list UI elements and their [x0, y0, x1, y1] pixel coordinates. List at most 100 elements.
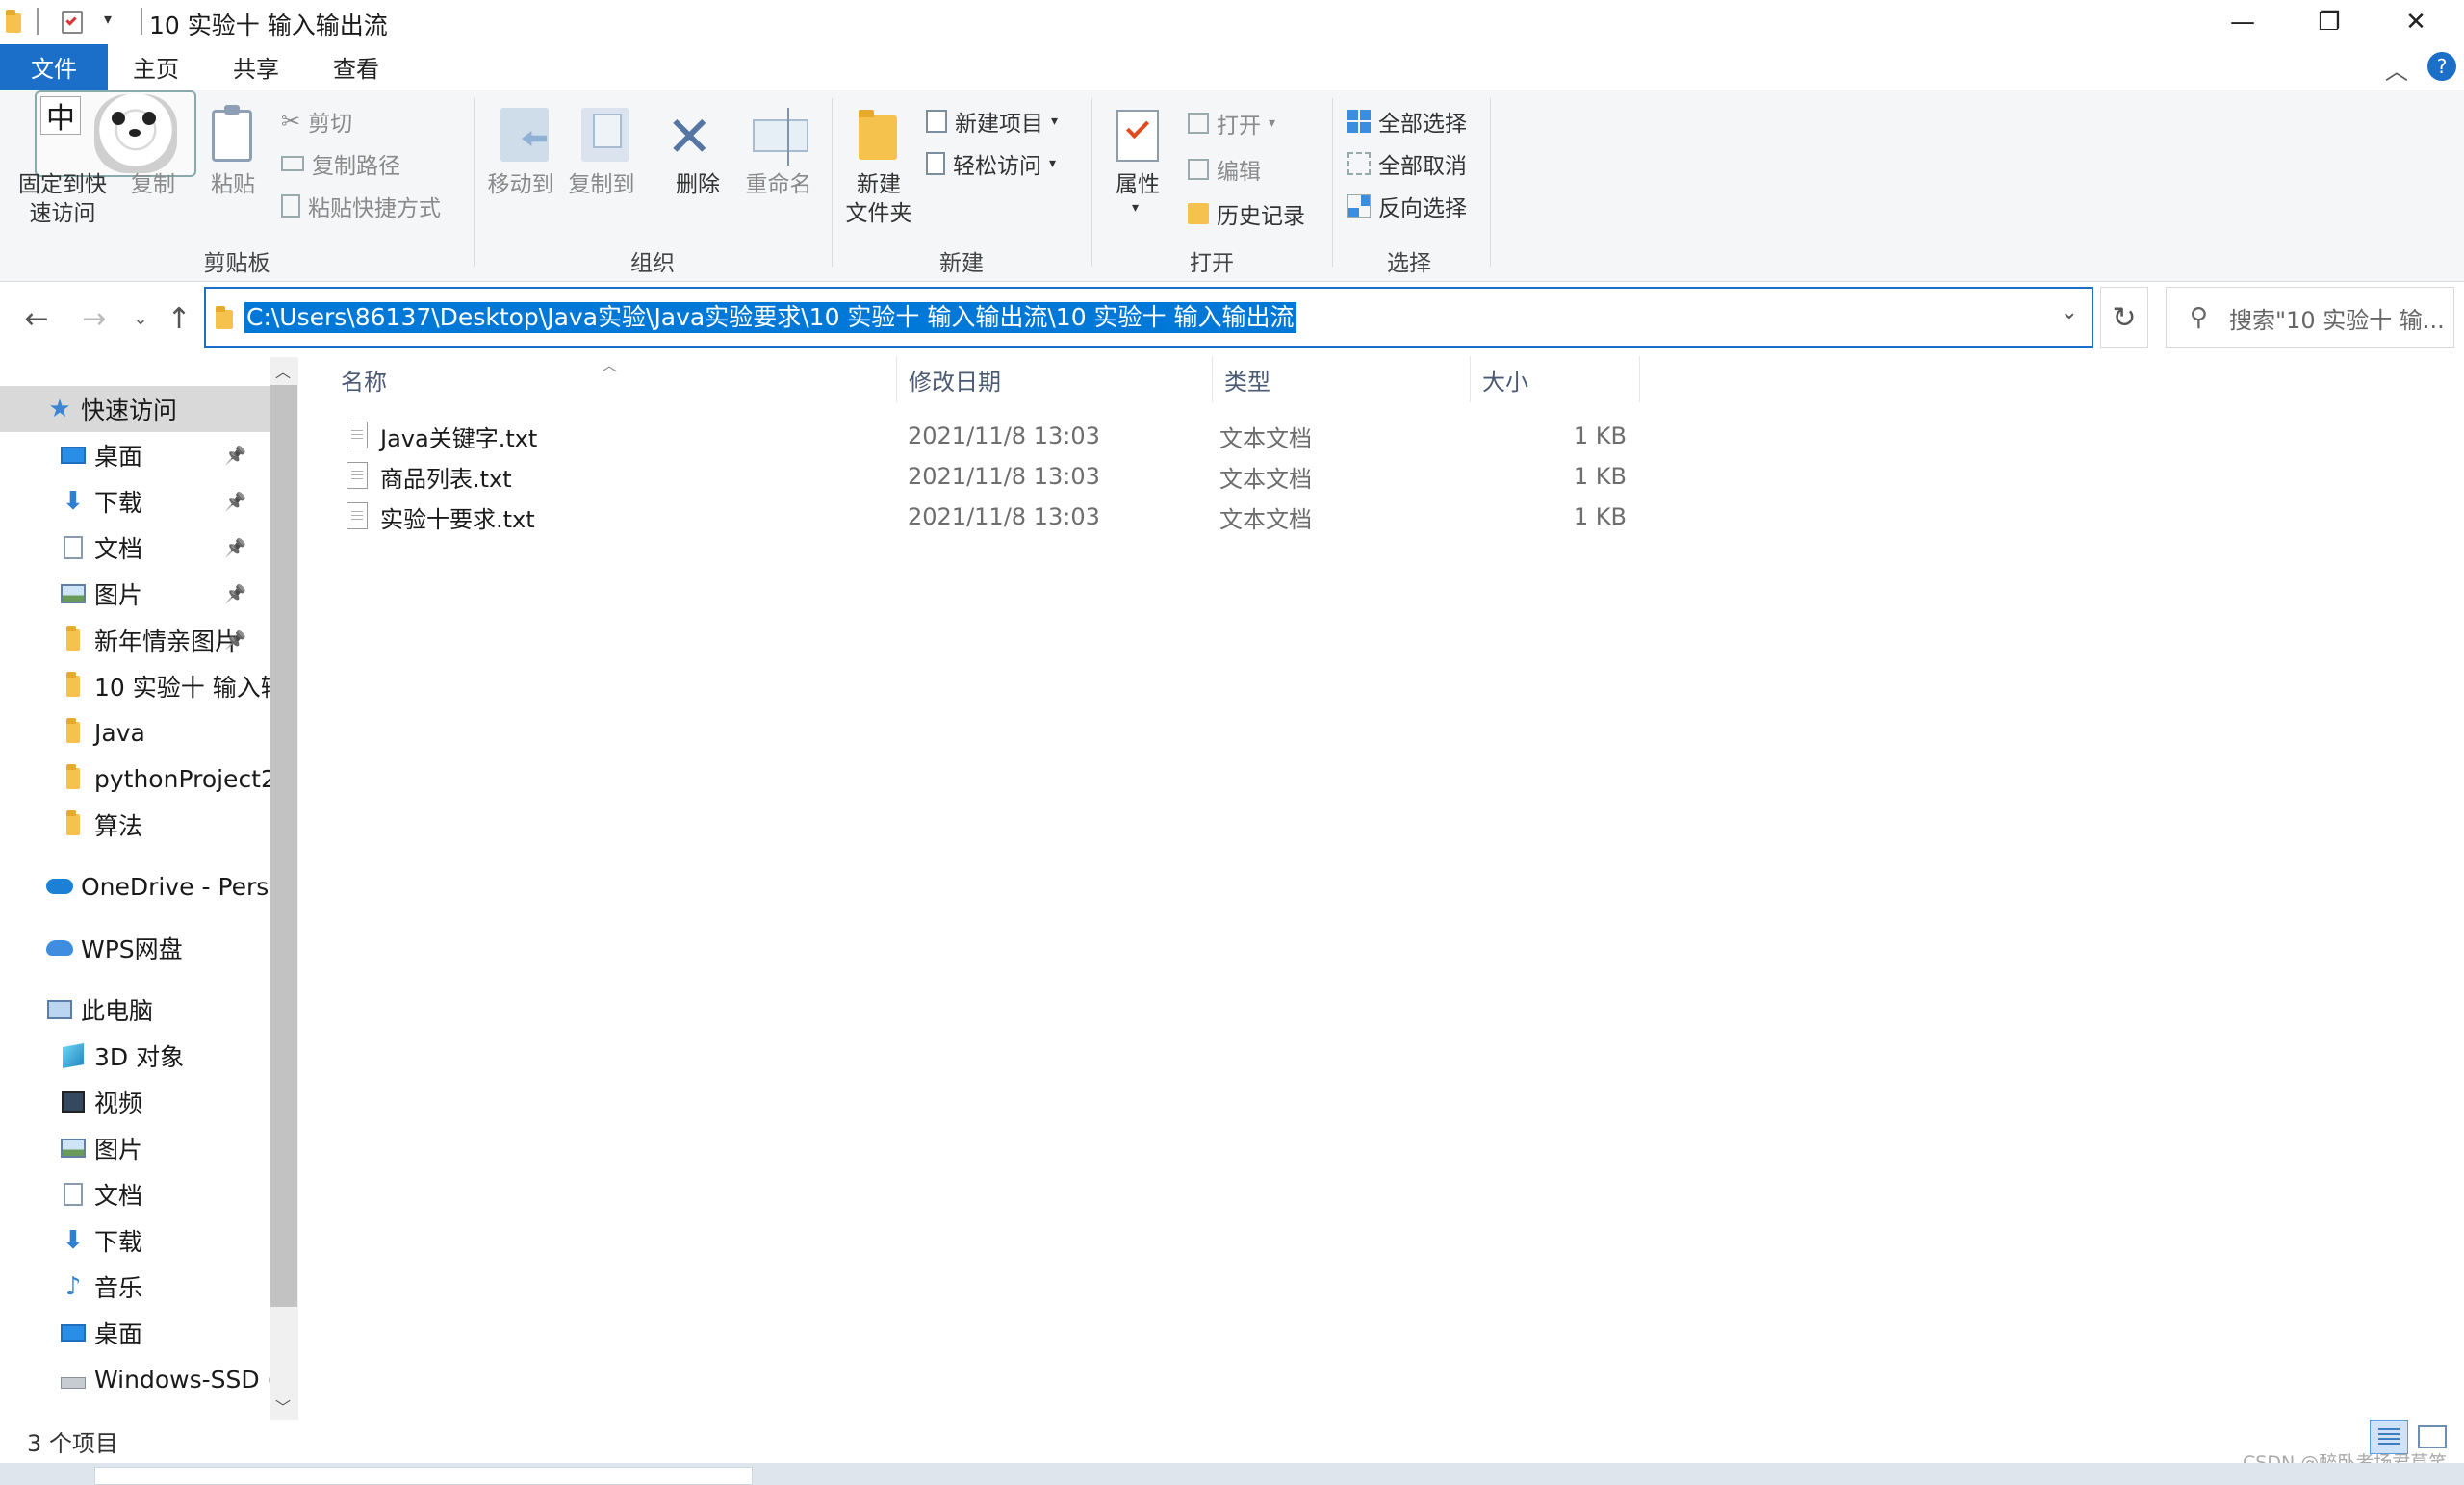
properties-icon: [1116, 110, 1159, 162]
sidebar-item-label: 快速访问: [81, 397, 178, 424]
column-header-modified[interactable]: 修改日期: [897, 356, 1213, 402]
sidebar-item[interactable]: 图片: [0, 1125, 270, 1171]
sidebar-item[interactable]: 图片 📌: [0, 571, 270, 617]
collapse-ribbon-icon[interactable]: ︿: [2385, 52, 2408, 86]
sidebar-item[interactable]: 算法: [0, 802, 270, 848]
delete-button[interactable]: 删除: [658, 169, 737, 200]
sidebar-item-label: 桌面: [94, 1320, 143, 1348]
copy-to-button[interactable]: 复制到: [562, 169, 641, 200]
address-path[interactable]: C:\Users\86137\Desktop\Java实验\Java实验要求\1…: [244, 302, 1296, 333]
recent-locations-chevron-icon[interactable]: ⌄: [121, 299, 160, 338]
easy-access-icon: [926, 152, 945, 175]
easy-access-button[interactable]: 轻松访问 ▾: [926, 144, 1056, 183]
paste-button[interactable]: 粘贴: [200, 169, 266, 200]
properties-button[interactable]: 属性: [1101, 169, 1174, 200]
dropdown-arrow-icon: ▾: [1051, 114, 1059, 129]
file-row[interactable]: 商品列表.txt 2021/11/8 13:03 文本文档 1 KB: [337, 456, 1636, 497]
sidebar-item-label: 图片: [94, 581, 143, 609]
restore-button[interactable]: ❐: [2286, 0, 2373, 44]
sidebar-item[interactable]: 新年情亲图片 📌: [0, 617, 270, 663]
copy-button[interactable]: 复制: [119, 169, 187, 200]
sidebar-item[interactable]: ⬇ 下载 📌: [0, 478, 270, 525]
sidebar-item-label: 音乐: [94, 1274, 143, 1302]
cut-button[interactable]: ✂ 剪切: [281, 102, 352, 141]
pin-to-quick-access-button[interactable]: 中: [35, 90, 196, 177]
tab-share[interactable]: 共享: [214, 44, 298, 90]
move-to-button[interactable]: 移动到: [481, 169, 560, 200]
new-folder-label-line2[interactable]: 文件夹: [837, 198, 920, 229]
desktop-icon-shape: [61, 1324, 86, 1342]
search-input[interactable]: ⚲ 搜索"10 实验十 输...: [2166, 287, 2454, 348]
select-all-button[interactable]: 全部选择: [1348, 102, 1467, 141]
copy-path-icon: [281, 156, 304, 171]
open-button[interactable]: 打开 ▾: [1188, 104, 1275, 142]
sidebar-item[interactable]: 视频: [0, 1079, 270, 1125]
back-arrow-icon[interactable]: ←: [17, 299, 56, 338]
sidebar-scroll-thumb[interactable]: [270, 385, 297, 1307]
sidebar-item[interactable]: pythonProject2: [0, 755, 270, 802]
invert-selection-button[interactable]: 反向选择: [1348, 187, 1467, 225]
sidebar-item[interactable]: 3D 对象: [0, 1033, 270, 1079]
history-button[interactable]: 历史记录: [1188, 194, 1305, 233]
sidebar-item[interactable]: ★ 快速访问: [0, 386, 270, 432]
column-header-name[interactable]: 名称: [329, 356, 897, 402]
address-bar[interactable]: C:\Users\86137\Desktop\Java实验\Java实验要求\1…: [204, 287, 2093, 348]
pin-icon: 📌: [224, 583, 246, 604]
quick-access-dropdown-icon[interactable]: ▾: [104, 10, 112, 28]
sidebar-item-label: Java: [94, 718, 145, 747]
file-size: 1 KB: [1573, 422, 1627, 449]
sidebar-item[interactable]: ⬇ 下载: [0, 1217, 270, 1264]
minimize-button[interactable]: —: [2199, 0, 2286, 44]
sidebar-item[interactable]: 10 实验十 输入输: [0, 663, 270, 709]
copy-path-button[interactable]: 复制路径: [281, 144, 400, 183]
navigation-pane[interactable]: ★ 快速访问 桌面 📌 ⬇ 下载 📌 文档 📌 图片 📌 新年情亲图片 📌 10 实验十 输入输 Java p…: [0, 357, 270, 1420]
up-arrow-icon[interactable]: ↑: [160, 299, 198, 338]
sidebar-item[interactable]: 此电脑: [0, 986, 270, 1033]
file-row[interactable]: 实验十要求.txt 2021/11/8 13:03 文本文档 1 KB: [337, 497, 1636, 537]
new-item-button[interactable]: 新建项目 ▾: [926, 102, 1058, 141]
column-header-type[interactable]: 类型: [1213, 356, 1471, 402]
dropdown-arrow-icon: ▾: [1049, 156, 1057, 171]
scroll-down-icon[interactable]: ﹀: [275, 1395, 291, 1418]
select-none-label: 全部取消: [1378, 154, 1467, 179]
sidebar-item[interactable]: Java: [0, 709, 270, 755]
computer-icon: [46, 997, 73, 1022]
file-row[interactable]: Java关键字.txt 2021/11/8 13:03 文本文档 1 KB: [337, 416, 1636, 456]
sidebar-item[interactable]: WPS网盘: [0, 925, 270, 971]
sidebar-item[interactable]: 文档: [0, 1171, 270, 1217]
tab-file[interactable]: 文件: [0, 44, 108, 90]
scroll-up-icon[interactable]: ︿: [275, 359, 291, 382]
large-icons-view-icon[interactable]: [2418, 1425, 2447, 1448]
sidebar-item[interactable]: OneDrive - Persc: [0, 863, 270, 909]
file-name: 商品列表.txt: [380, 465, 512, 493]
select-none-button[interactable]: 全部取消: [1348, 144, 1467, 183]
ribbon-separator: [1091, 98, 1092, 267]
sidebar-item-label: 此电脑: [81, 997, 154, 1025]
dropdown-arrow-icon: ▾: [1269, 115, 1276, 131]
paste-shortcut-button[interactable]: 粘贴快捷方式: [281, 187, 441, 225]
sidebar-item[interactable]: ♪ 音乐: [0, 1264, 270, 1310]
forward-arrow-icon[interactable]: →: [75, 299, 114, 338]
edit-button[interactable]: 编辑: [1188, 150, 1261, 189]
sidebar-item[interactable]: 桌面 📌: [0, 432, 270, 478]
cut-label: 剪切: [308, 112, 353, 137]
help-icon[interactable]: ?: [2427, 52, 2456, 81]
tab-view[interactable]: 查看: [314, 44, 398, 90]
refresh-icon[interactable]: ↻: [2100, 287, 2148, 348]
taskbar-strip: [0, 1463, 2464, 1485]
properties-quick-icon[interactable]: [62, 11, 83, 34]
sidebar-item[interactable]: 桌面: [0, 1310, 270, 1356]
column-header-size[interactable]: 大小: [1471, 356, 1640, 402]
sidebar-item[interactable]: Windows-SSD (: [0, 1356, 270, 1402]
tab-home[interactable]: 主页: [114, 44, 198, 90]
rename-button[interactable]: 重命名: [739, 169, 818, 200]
address-dropdown-icon[interactable]: ⌄: [2061, 300, 2078, 324]
file-size: 1 KB: [1573, 503, 1627, 530]
close-button[interactable]: ✕: [2373, 0, 2459, 44]
new-folder-label-line1[interactable]: 新建: [837, 169, 920, 200]
taskbar-search-box[interactable]: [94, 1467, 753, 1485]
select-group-label: 选择: [1387, 251, 1431, 276]
ime-badge: 中: [40, 96, 81, 136]
sidebar-item[interactable]: 文档 📌: [0, 525, 270, 571]
sidebar-item-label: 文档: [94, 535, 143, 563]
